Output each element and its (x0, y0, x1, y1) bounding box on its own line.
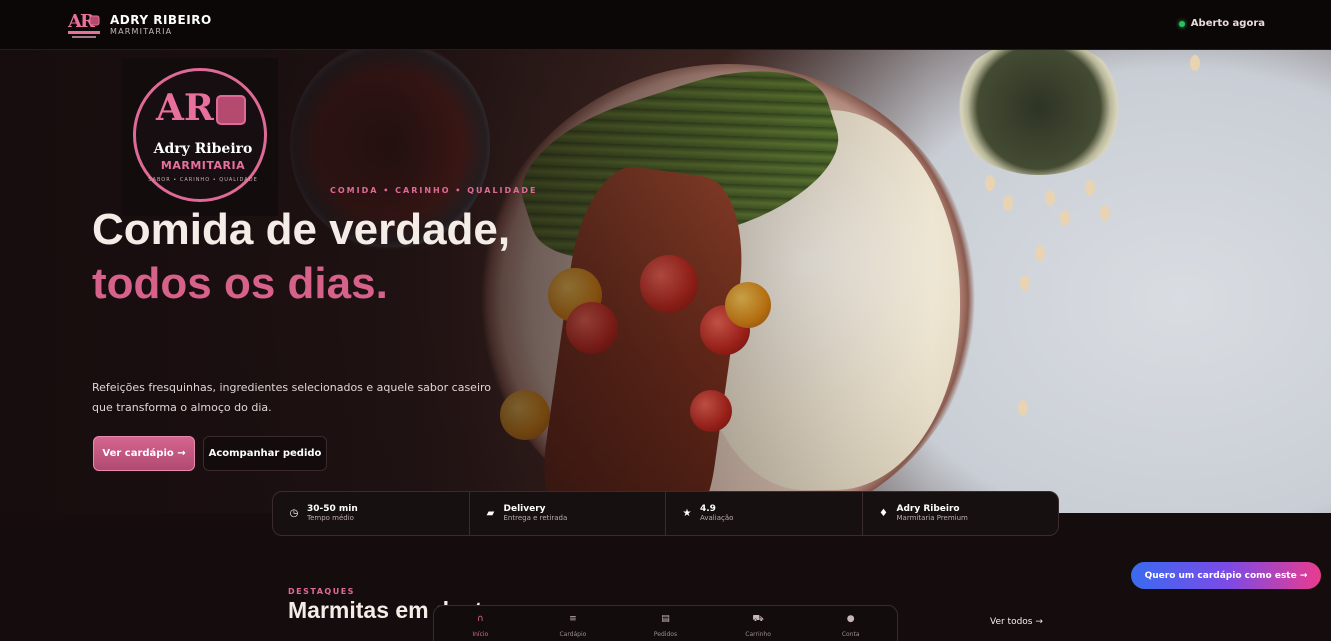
headline-main: Comida de verdade, (92, 205, 511, 254)
brand[interactable]: A R ADRY RIBEIRO MARMITARIA (66, 7, 212, 43)
stat-rating: ★ 4.9 Avaliação (666, 492, 863, 535)
logo-card: AR Adry Ribeiro MARMITARIA SABOR • CARIN… (122, 58, 278, 216)
track-order-button[interactable]: Acompanhar pedido (203, 436, 327, 471)
headline-accent: todos os dias. (92, 259, 388, 308)
logo-tagline: SABOR • CARINHO • QUALIDADE (148, 177, 258, 183)
nav-item-home[interactable]: ∩ Início (434, 606, 527, 641)
status-label: Aberto agora (1190, 18, 1265, 29)
hero-lead: Refeições fresquinhas, ingredientes sele… (92, 381, 492, 414)
nav-item-cart[interactable]: ⛟ Carrinho (712, 606, 805, 641)
delivery-icon: ▰ (486, 508, 495, 519)
nav-item-menu[interactable]: ≡ Cardápio (527, 606, 620, 641)
view-menu-button[interactable]: Ver cardápio → (93, 436, 195, 471)
stat-sub: Marmitaria Premium (896, 514, 968, 522)
stat-sub: Tempo médio (307, 514, 354, 522)
cart-icon: ⛟ (752, 614, 764, 624)
nav-label: Início (472, 631, 489, 638)
brand-logo: A R (66, 7, 102, 43)
stat-sub: Avaliação (700, 514, 734, 522)
featured-eyebrow: DESTAQUES (288, 587, 355, 596)
logo-monogram: AR (156, 87, 214, 129)
stat-title: 30-50 min (307, 504, 358, 514)
star-icon: ★ (682, 508, 692, 519)
logo-name: Adry Ribeiro (153, 141, 253, 157)
top-header: A R ADRY RIBEIRO MARMITARIA Aberto agora (0, 0, 1331, 50)
brand-sub: MARMITARIA (110, 27, 173, 36)
see-all-link[interactable]: Ver todos → (990, 617, 1043, 627)
nav-item-account[interactable]: ● Conta (804, 606, 897, 641)
stat-time: ◷ 30-50 min Tempo médio (273, 492, 470, 535)
clock-icon: ◷ (289, 508, 299, 519)
stat-title: Adry Ribeiro (896, 504, 960, 514)
status-dot-icon (1178, 20, 1185, 27)
logo-sub: MARMITARIA (160, 159, 246, 172)
brand-name: ADRY RIBEIRO (110, 13, 212, 27)
nav-label: Pedidos (653, 631, 678, 638)
nav-label: Carrinho (745, 631, 771, 638)
orders-icon: ▤ (661, 614, 670, 624)
nav-label: Conta (841, 631, 860, 638)
menu-icon: ≡ (569, 614, 577, 624)
brand-text: ADRY RIBEIRO MARMITARIA (110, 13, 212, 37)
hero-eyebrow: COMIDA • CARINHO • QUALIDADE (330, 186, 538, 195)
stat-delivery: ▰ Delivery Entrega e retirada (470, 492, 666, 535)
nav-item-orders[interactable]: ▤ Pedidos (619, 606, 712, 641)
account-icon: ● (846, 614, 855, 624)
request-menu-cta-button[interactable]: Quero um cardápio como este → (1131, 562, 1321, 589)
hero-headline: Comida de verdade, todos os dias. (92, 203, 562, 311)
stat-sub: Entrega e retirada (503, 514, 568, 522)
nav-label: Cardápio (559, 631, 587, 638)
stats-bar: ◷ 30-50 min Tempo médio ▰ Delivery Entre… (272, 491, 1059, 536)
home-icon: ∩ (477, 614, 484, 624)
stat-brand: ♦ Adry Ribeiro Marmitaria Premium (863, 492, 1059, 535)
stat-title: 4.9 (700, 504, 716, 514)
diamond-icon: ♦ (879, 508, 888, 519)
open-status: Aberto agora (1178, 18, 1265, 29)
lunchbox-icon (216, 95, 246, 125)
logo-emblem: AR Adry Ribeiro MARMITARIA SABOR • CARIN… (133, 68, 267, 202)
bottom-nav: ∩ Início ≡ Cardápio ▤ Pedidos ⛟ Carrinho… (433, 605, 898, 641)
stat-title: Delivery (503, 504, 546, 514)
